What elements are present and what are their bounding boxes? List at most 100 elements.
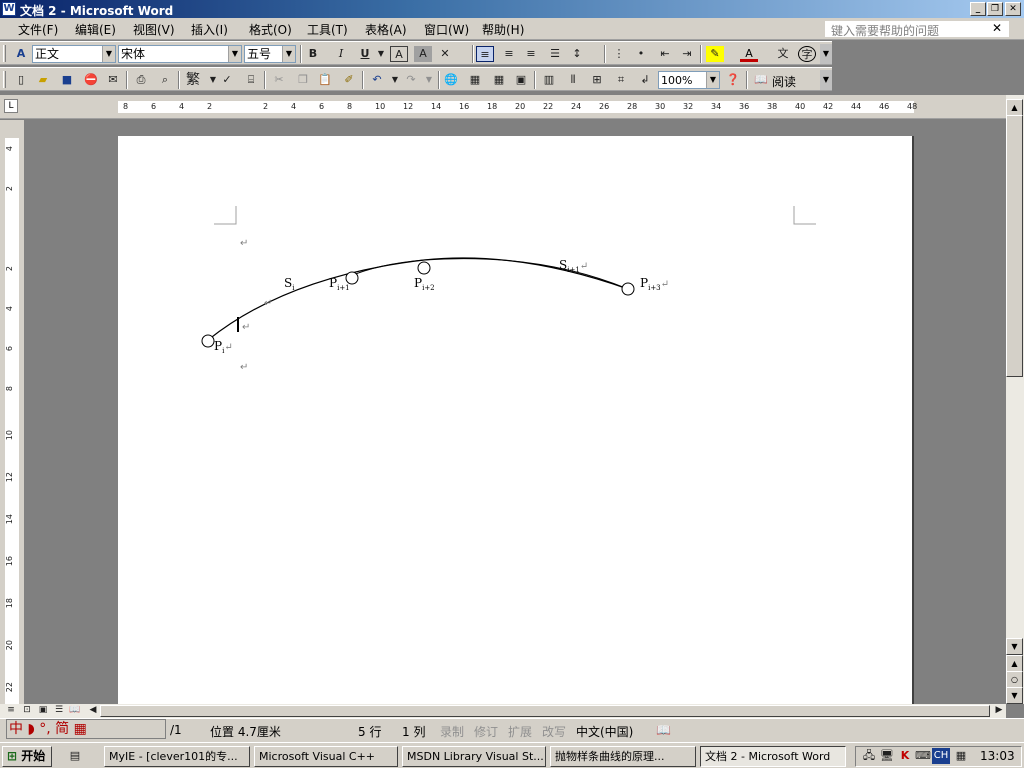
chevron-down-icon[interactable]: ▼: [706, 72, 719, 88]
char-border-icon[interactable]: A: [390, 46, 408, 62]
menu-window[interactable]: 窗口(W): [424, 21, 469, 38]
chevron-down-icon[interactable]: ▼: [102, 46, 115, 62]
menu-format[interactable]: 格式(O): [249, 21, 292, 38]
menu-insert[interactable]: 插入(I): [191, 21, 228, 38]
styles-pane-icon[interactable]: A: [12, 46, 30, 62]
scroll-down-button[interactable]: ▼: [1006, 638, 1023, 655]
cut-icon[interactable]: ✂: [270, 72, 288, 88]
show-hide-icon[interactable]: ⌗: [612, 72, 630, 88]
toolbar-grip[interactable]: [3, 45, 6, 62]
status-trk[interactable]: 修订: [474, 723, 498, 740]
tables-borders-icon[interactable]: ▦: [466, 72, 484, 88]
char-shading-icon[interactable]: A: [414, 46, 432, 62]
hyperlink-icon[interactable]: 🌐: [442, 72, 460, 88]
drawing-icon[interactable]: ⫴: [564, 72, 582, 88]
spelling-icon[interactable]: ✓: [218, 72, 236, 88]
menu-table[interactable]: 表格(A): [365, 21, 407, 38]
menu-edit[interactable]: 编辑(E): [75, 21, 116, 38]
numbering-icon[interactable]: ⋮: [610, 46, 628, 62]
font-color-icon[interactable]: A: [740, 46, 758, 62]
format-painter-icon[interactable]: ✐: [340, 72, 358, 88]
antivirus-icon[interactable]: K: [896, 748, 914, 764]
italic-button[interactable]: I: [332, 46, 350, 62]
scroll-up-button[interactable]: ▲: [1006, 99, 1023, 116]
font-combo[interactable]: 宋体 ▼: [118, 45, 242, 63]
toolbar-options-icon[interactable]: ▼: [820, 70, 832, 90]
chevron-down-icon[interactable]: ▼: [420, 72, 438, 88]
copy-icon[interactable]: ❐: [294, 72, 312, 88]
align-center-icon[interactable]: ≡: [500, 46, 518, 62]
vertical-ruler[interactable]: 4 2 2 4 6 8 10 12 14 16 18 20 22: [0, 120, 24, 704]
document-page[interactable]: ↵ ↵ ↵ ↵ Pi↵ Si Pi+1 Pi+2 Si+1↵ Pi+3↵: [118, 136, 914, 704]
spline-diagram[interactable]: [118, 136, 914, 704]
read-mode-button[interactable]: 阅读: [772, 73, 796, 90]
zoom-combo[interactable]: 100% ▼: [658, 71, 720, 89]
enclose-char-icon[interactable]: 字: [798, 46, 816, 62]
redo-icon[interactable]: ↷: [402, 72, 420, 88]
horizontal-ruler[interactable]: L 8 6 4 2 2 4 6 8 10 12 14 16 18 20 22 24 26 28 30 32 34 36 38…: [0, 95, 1024, 119]
paste-icon[interactable]: 📋: [316, 72, 334, 88]
trad-chinese-button[interactable]: 繁: [184, 72, 202, 88]
insert-table-icon[interactable]: ▦: [490, 72, 508, 88]
open-icon[interactable]: ▰: [34, 72, 52, 88]
decrease-indent-icon[interactable]: ⇤: [656, 46, 674, 62]
toolbar-grip[interactable]: [3, 71, 6, 88]
toolbar-options-icon[interactable]: ▼: [820, 44, 832, 64]
line-spacing-icon[interactable]: ↕: [568, 46, 586, 62]
size-combo[interactable]: 五号 ▼: [244, 45, 296, 63]
columns-icon[interactable]: ▥: [540, 72, 558, 88]
document-area[interactable]: ↵ ↵ ↵ ↵ Pi↵ Si Pi+1 Pi+2 Si+1↵ Pi+3↵: [24, 120, 1006, 704]
help-search-input[interactable]: 键入需要帮助的问题: [824, 20, 1010, 38]
align-justify-icon[interactable]: ≡: [476, 46, 494, 62]
align-right-icon[interactable]: ≡: [522, 46, 540, 62]
help-icon[interactable]: ❓: [724, 72, 742, 88]
char-scale-icon[interactable]: ✕: [436, 46, 454, 62]
print-preview-icon[interactable]: ⌕: [156, 72, 174, 88]
spelling-status-icon[interactable]: 📖: [656, 723, 671, 737]
menu-tools[interactable]: 工具(T): [307, 21, 348, 38]
close-button[interactable]: ✕: [1005, 2, 1021, 16]
quicklaunch-icon[interactable]: ▤: [66, 748, 84, 764]
minimize-button[interactable]: _: [970, 2, 986, 16]
email-icon[interactable]: ✉: [104, 72, 122, 88]
read-mode-icon[interactable]: 📖: [752, 72, 770, 88]
print-icon[interactable]: ⎙: [132, 72, 150, 88]
tab-selector[interactable]: L: [4, 99, 18, 113]
task-word-active[interactable]: 文档 2 - Microsoft Word: [700, 746, 846, 767]
phonetic-guide-icon[interactable]: 文: [774, 46, 792, 62]
monitor-icon[interactable]: 🖥: [878, 748, 896, 764]
undo-icon[interactable]: ↶: [368, 72, 386, 88]
chevron-down-icon[interactable]: ▼: [282, 46, 295, 62]
prev-page-button[interactable]: ▲: [1006, 655, 1023, 672]
task-myie[interactable]: MyIE - [clever101的专...: [104, 746, 250, 767]
paragraph-marks-icon[interactable]: ↲: [636, 72, 654, 88]
save-icon[interactable]: ■: [58, 72, 76, 88]
insert-excel-icon[interactable]: ▣: [512, 72, 530, 88]
reading-view-icon[interactable]: 📖: [66, 702, 84, 718]
chevron-down-icon[interactable]: ▼: [372, 46, 390, 62]
status-ext[interactable]: 扩展: [508, 723, 532, 740]
ime-tray-icon[interactable]: ▦: [952, 748, 970, 764]
document-map-icon[interactable]: ⊞: [588, 72, 606, 88]
bold-button[interactable]: B: [304, 46, 322, 62]
start-button[interactable]: ⊞ 开始: [2, 746, 52, 767]
research-icon[interactable]: ⌸: [242, 72, 260, 88]
menu-help[interactable]: 帮助(H): [482, 21, 524, 38]
word-app-icon[interactable]: W: [2, 2, 16, 16]
menu-view[interactable]: 视图(V): [133, 21, 175, 38]
browse-object-button[interactable]: ○: [1006, 671, 1023, 688]
ime-toolbar[interactable]: 中 ◗ °, 简 ▦: [6, 719, 166, 739]
hscroll-thumb[interactable]: [100, 705, 990, 717]
network-icon[interactable]: 🖧: [860, 748, 878, 764]
close-doc-icon[interactable]: ✕: [992, 21, 1002, 35]
bullets-icon[interactable]: •: [632, 46, 650, 62]
restore-button[interactable]: ❐: [987, 2, 1003, 16]
new-doc-icon[interactable]: ▯: [12, 72, 30, 88]
style-combo[interactable]: 正文 ▼: [32, 45, 116, 63]
task-visual-cpp[interactable]: Microsoft Visual C++: [254, 746, 398, 767]
scroll-thumb[interactable]: [1006, 115, 1023, 377]
permission-icon[interactable]: ⛔: [82, 72, 100, 88]
horizontal-scrollbar[interactable]: ≡ ⊡ ▣ ☰ 📖 ◀ ▶: [0, 704, 1006, 718]
highlight-icon[interactable]: ✎: [706, 46, 724, 62]
vertical-scrollbar[interactable]: ▲ ▼ ▲ ○ ▼: [1006, 95, 1024, 704]
